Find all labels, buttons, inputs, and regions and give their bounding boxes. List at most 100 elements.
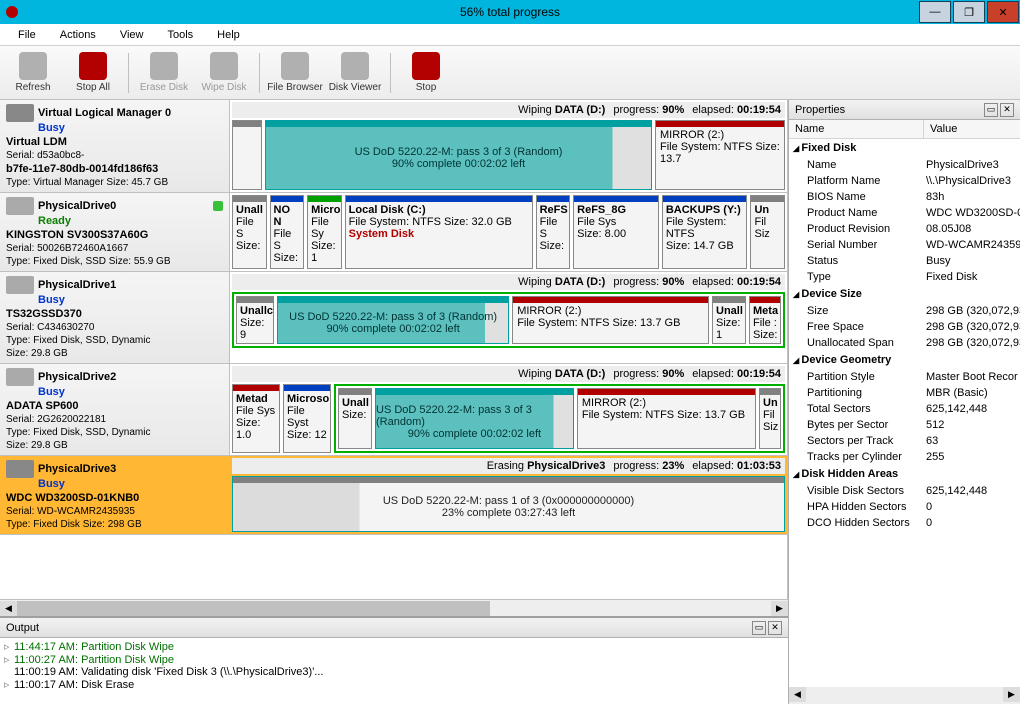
property-row[interactable]: Bytes per Sector512 (789, 417, 1020, 433)
partition-unallocated[interactable]: UnFilSiz (759, 388, 781, 449)
partition-size: Size: 1.0 (236, 417, 276, 441)
menu-file[interactable]: File (6, 26, 48, 44)
properties-body[interactable]: Fixed DiskNamePhysicalDrive3Platform Nam… (789, 139, 1020, 687)
stop-all-button[interactable]: Stop All (64, 48, 122, 98)
action-label: Wiping (518, 368, 552, 380)
partition-box[interactable]: MicroFile SySize: 1 (307, 195, 342, 269)
property-row[interactable]: HPA Hidden Sectors0 (789, 499, 1020, 515)
properties-columns[interactable]: Name Value (789, 120, 1020, 139)
partition-fs: File Syst (287, 405, 327, 429)
device-serial: Serial: C434630270 (6, 322, 223, 333)
refresh-button[interactable]: Refresh (4, 48, 62, 98)
disk-viewer-button[interactable]: Disk Viewer (326, 48, 384, 98)
menu-tools[interactable]: Tools (155, 26, 205, 44)
property-row[interactable]: Serial NumberWD-WCAMR24359 (789, 237, 1020, 253)
column-value[interactable]: Value (924, 120, 963, 138)
property-row[interactable]: Partition StyleMaster Boot Recor (789, 369, 1020, 385)
refresh-icon (19, 52, 47, 80)
device-row-selected[interactable]: PhysicalDrive3 Busy WDC WD3200SD-01KNB0 … (0, 456, 787, 535)
property-row[interactable]: Free Space298 GB (320,072,93 (789, 319, 1020, 335)
partition-unallocated[interactable] (232, 120, 262, 190)
partition-name: ReFS (540, 204, 567, 216)
titlebar: 56% total progress — ❐ ✕ (0, 0, 1020, 24)
property-group[interactable]: Fixed Disk (789, 139, 1020, 157)
output-line: ▹11:44:17 AM: Partition Disk Wipe (4, 640, 784, 653)
menu-actions[interactable]: Actions (48, 26, 108, 44)
property-group[interactable]: Disk Hidden Areas (789, 465, 1020, 483)
property-row[interactable]: NamePhysicalDrive3 (789, 157, 1020, 173)
partition-fs: File Sys (236, 405, 276, 417)
scroll-left-icon[interactable]: ◀ (789, 687, 806, 702)
property-row[interactable]: BIOS Name83h (789, 189, 1020, 205)
erase-header: Erasing PhysicalDrive3 progress: 23% ela… (232, 458, 785, 474)
partition-box[interactable]: BACKUPS (Y:)File System: NTFSSize: 14.7 … (662, 195, 748, 269)
property-row[interactable]: Unallocated Span298 GB (320,072,93 (789, 335, 1020, 351)
partition-box[interactable]: NO NFile SSize: (270, 195, 305, 269)
property-group[interactable]: Device Geometry (789, 351, 1020, 369)
property-row[interactable]: DCO Hidden Sectors0 (789, 515, 1020, 531)
device-row[interactable]: PhysicalDrive2 Busy ADATA SP600 Serial: … (0, 364, 787, 456)
scroll-right-icon[interactable]: ▶ (1003, 687, 1020, 702)
elapsed-key: elapsed: (692, 460, 734, 472)
partition-fs: File S (274, 228, 301, 252)
property-row[interactable]: Tracks per Cylinder255 (789, 449, 1020, 465)
property-row[interactable]: Product NameWDC WD3200SD-0 (789, 205, 1020, 221)
scroll-left-icon[interactable]: ◀ (0, 601, 17, 616)
erase-disk-button[interactable]: Erase Disk (135, 48, 193, 98)
property-value: Master Boot Recor (924, 369, 1020, 385)
device-type: Type: Fixed Disk Size: 298 GB (6, 519, 223, 530)
output-body[interactable]: ▹11:44:17 AM: Partition Disk Wipe▹11:00:… (0, 638, 788, 704)
partition-name: MIRROR (2:) (582, 397, 751, 409)
wipe-disk-button[interactable]: Wipe Disk (195, 48, 253, 98)
partition-box[interactable]: ReFSFile SSize: (536, 195, 571, 269)
separator (259, 53, 260, 93)
horizontal-scrollbar[interactable]: ◀ ▶ (0, 599, 788, 616)
property-row[interactable]: Total Sectors625,142,448 (789, 401, 1020, 417)
partition-box[interactable]: ReFS_8GFile SysSize: 8.00 (573, 195, 659, 269)
partition-name: MIRROR (2:) (517, 305, 704, 317)
partition-name: Unall (342, 397, 368, 409)
menu-help[interactable]: Help (205, 26, 252, 44)
column-name[interactable]: Name (789, 120, 924, 138)
property-row[interactable]: TypeFixed Disk (789, 269, 1020, 285)
device-row[interactable]: PhysicalDrive0 Ready KINGSTON SV300S37A6… (0, 193, 787, 272)
panel-close-icon[interactable]: ✕ (1000, 103, 1014, 117)
partition-mirror[interactable]: MIRROR (2:)File System: NTFS Size: 13.7 (655, 120, 785, 190)
partition-metadata[interactable]: MetaFile :Size: (749, 296, 781, 344)
property-value: WD-WCAMR24359 (924, 237, 1020, 253)
partition-box[interactable]: UnallFile SSize: (232, 195, 267, 269)
minimize-button[interactable]: — (919, 1, 951, 23)
property-row[interactable]: Visible Disk Sectors625,142,448 (789, 483, 1020, 499)
partition-box[interactable]: UnFilSiz (750, 195, 785, 269)
property-row[interactable]: Size298 GB (320,072,93 (789, 303, 1020, 319)
ssd-icon (6, 197, 34, 215)
partition-mirror[interactable]: MIRROR (2:)File System: NTFS Size: 13.7 … (577, 388, 756, 449)
property-row[interactable]: PartitioningMBR (Basic) (789, 385, 1020, 401)
scroll-thumb[interactable] (17, 601, 490, 616)
property-key: BIOS Name (789, 189, 924, 205)
scroll-right-icon[interactable]: ▶ (771, 601, 788, 616)
property-row[interactable]: Platform Name\\.\PhysicalDrive3 (789, 173, 1020, 189)
partition-unallocated[interactable]: UnallSize: 1 (712, 296, 746, 344)
partition-microsoft[interactable]: MicrosoFile SystSize: 12 (283, 384, 331, 453)
properties-scrollbar[interactable]: ◀▶ (789, 687, 1020, 704)
maximize-button[interactable]: ❐ (953, 1, 985, 23)
device-row[interactable]: PhysicalDrive1 Busy TS32GSSD370 Serial: … (0, 272, 787, 364)
panel-close-icon[interactable]: ✕ (768, 621, 782, 635)
property-group[interactable]: Device Size (789, 285, 1020, 303)
menu-view[interactable]: View (108, 26, 156, 44)
property-row[interactable]: Sectors per Track63 (789, 433, 1020, 449)
partition-mirror[interactable]: MIRROR (2:)File System: NTFS Size: 13.7 … (512, 296, 709, 344)
file-browser-button[interactable]: File Browser (266, 48, 324, 98)
stop-button[interactable]: Stop (397, 48, 455, 98)
partition-unallocated[interactable]: UnallSize: (338, 388, 372, 449)
device-row[interactable]: Virtual Logical Manager 0 Busy Virtual L… (0, 100, 787, 193)
partition-metadata[interactable]: MetadFile SysSize: 1.0 (232, 384, 280, 453)
partition-box[interactable]: Local Disk (C:)File System: NTFS Size: 3… (345, 195, 533, 269)
property-row[interactable]: StatusBusy (789, 253, 1020, 269)
panel-float-icon[interactable]: ▭ (984, 103, 998, 117)
property-row[interactable]: Product Revision08.05J08 (789, 221, 1020, 237)
close-button[interactable]: ✕ (987, 1, 1019, 23)
partition-unallocated[interactable]: UnallcSize: 9 (236, 296, 274, 344)
panel-float-icon[interactable]: ▭ (752, 621, 766, 635)
